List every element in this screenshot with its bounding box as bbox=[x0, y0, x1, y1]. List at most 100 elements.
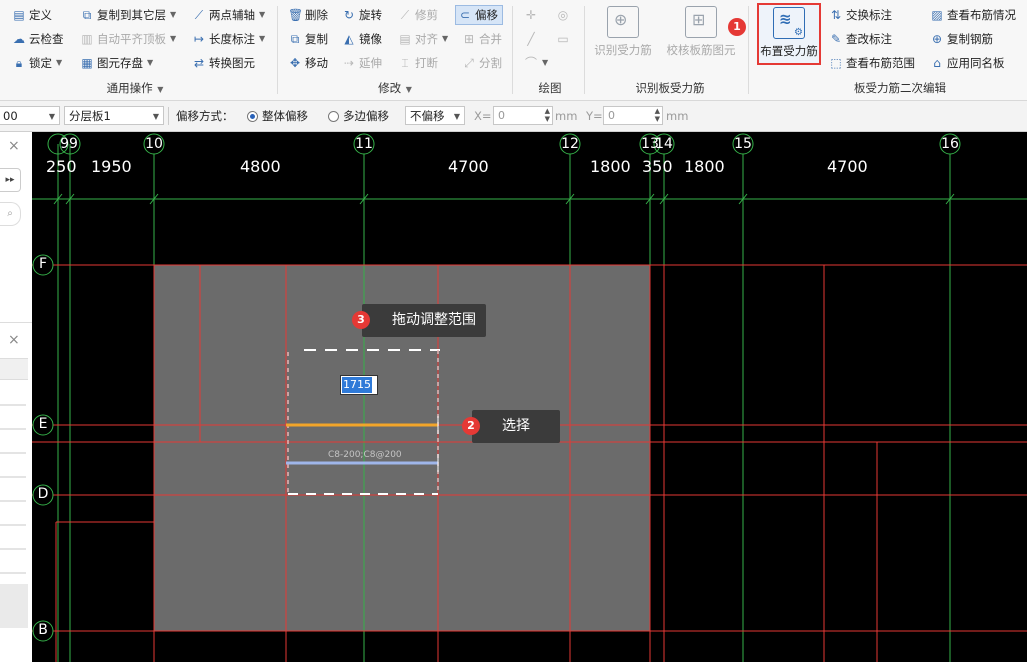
chevron-down-icon: ▼ bbox=[542, 58, 549, 67]
copy-button[interactable]: ⧉ 复制 bbox=[288, 29, 328, 49]
y-label: Y= bbox=[586, 109, 603, 123]
mirror-button[interactable]: ◭ 镜像 bbox=[342, 29, 382, 49]
chevron-down-icon: ▼ bbox=[56, 58, 63, 67]
apply-icon: ⌂ bbox=[933, 56, 941, 70]
property-bar: 00 ▼ 分层板1 ▼ 偏移方式： 整体偏移 多边偏移 不偏移 ▼ X= 0 ▲ ▼ mm… bbox=[0, 101, 1027, 132]
identify-rebar-button[interactable]: ⊕ 识别受力筋 bbox=[590, 6, 656, 58]
axis-bubbles-top bbox=[47, 133, 961, 155]
merge-icon: ⊞ bbox=[463, 32, 475, 46]
auto-align-slab-button[interactable]: ▥ 自动平齐顶板 ▼ bbox=[80, 29, 176, 49]
draw-circle-button[interactable]: ◎ bbox=[556, 5, 570, 25]
point-icon: ✛ bbox=[525, 8, 537, 22]
group-label-modify[interactable]: 修改 ▼ bbox=[350, 80, 440, 96]
chevron-down-icon: ▼ bbox=[170, 34, 177, 43]
copy-to-floor-button[interactable]: ⧉ 复制到其它层 ▼ bbox=[80, 5, 176, 25]
group-label-common[interactable]: 通用操作 ▼ bbox=[80, 80, 190, 96]
align-icon: ▤ bbox=[399, 32, 411, 46]
mirror-icon: ◭ bbox=[344, 32, 354, 46]
axis-label-E: E bbox=[38, 416, 48, 432]
x-input[interactable]: 0 ▲ ▼ bbox=[493, 106, 553, 125]
view-range-button[interactable]: ⬚ 查看布筋范围 bbox=[829, 53, 915, 73]
ribbon-toolbar: ▤ 定义 ⧉ 复制到其它层 ▼ ⟋ 两点辅轴 ▼ ☁ 云检查 ▥ 自动平齐顶板 ▼ ↦ 长度标注 ▼… bbox=[0, 0, 1027, 101]
split-button[interactable]: ⤢ 分割 bbox=[462, 53, 502, 73]
search-icon[interactable]: ⌕ bbox=[0, 202, 21, 226]
dimension-text: 1950 bbox=[91, 157, 132, 176]
group-label-secondary: 板受力筋二次编辑 bbox=[854, 81, 946, 95]
dimension-icon: ↦ bbox=[193, 32, 205, 46]
edit-label-icon: ✎ bbox=[830, 32, 842, 46]
group-divider bbox=[584, 6, 585, 94]
place-rebar-icon: ≋ ⚙ bbox=[773, 7, 805, 39]
close-icon[interactable]: × bbox=[8, 332, 20, 348]
chevron-down-icon: ▼ bbox=[259, 34, 266, 43]
chevron-down-icon: ▼ bbox=[147, 58, 154, 67]
chevron-down-icon: ▼ bbox=[259, 10, 266, 19]
offset-type-select[interactable]: 不偏移 ▼ bbox=[405, 106, 465, 125]
save-icon: ▦ bbox=[81, 56, 93, 70]
extend-icon: ⇢ bbox=[343, 56, 355, 70]
length-input[interactable]: 1715 bbox=[340, 375, 378, 395]
group-label-draw: 绘图 bbox=[538, 81, 562, 95]
merge-button[interactable]: ⊞ 合并 bbox=[462, 29, 502, 49]
check-change-label-button[interactable]: ✎ 查改标注 bbox=[829, 29, 892, 49]
dimension-text: 4700 bbox=[827, 157, 868, 176]
rectangle-icon: ▭ bbox=[557, 32, 569, 46]
multi-edge-offset-radio[interactable]: 多边偏移 bbox=[328, 106, 389, 126]
y-input[interactable]: 0 ▲ ▼ bbox=[603, 106, 663, 125]
two-point-axis-button[interactable]: ⟋ 两点辅轴 ▼ bbox=[192, 5, 265, 25]
length-dim-button[interactable]: ↦ 长度标注 ▼ bbox=[192, 29, 265, 49]
layer-select[interactable]: 分层板1 ▼ bbox=[64, 106, 164, 125]
trim-button[interactable]: ⟋ 修剪 bbox=[398, 5, 438, 25]
move-button[interactable]: ✥ 移动 bbox=[288, 53, 328, 73]
draw-point-button[interactable]: ✛ bbox=[524, 5, 538, 25]
chevron-down-icon: ▼ bbox=[157, 85, 164, 94]
copy-rebar-button[interactable]: ⊕ 复制钢筋 bbox=[930, 29, 993, 49]
rotate-button[interactable]: ↻ 旋转 bbox=[342, 5, 382, 25]
check-rebar-icon: ⊞ bbox=[685, 6, 717, 38]
group-divider bbox=[748, 6, 749, 94]
axis-label-B: B bbox=[38, 622, 48, 638]
apply-same-slab-button[interactable]: ⌂ 应用同名板 bbox=[930, 53, 1004, 73]
delete-button[interactable]: 🗑︎ 删除 bbox=[288, 5, 328, 25]
radio-empty-icon bbox=[328, 111, 339, 122]
break-button[interactable]: ⌶ 打断 bbox=[398, 53, 438, 73]
dimension-text: 1800 bbox=[684, 157, 725, 176]
draw-arc-button[interactable]: ⌒ ▼ bbox=[524, 53, 548, 73]
property-list bbox=[0, 382, 26, 582]
axis-label-10: 10 bbox=[145, 136, 163, 152]
convert-element-button[interactable]: ⇄ 转换图元 bbox=[192, 53, 255, 73]
chevron-down-icon: ▼ bbox=[152, 112, 159, 121]
axis-icon: ⟋ bbox=[194, 8, 204, 22]
offset-button[interactable]: ⊂ 偏移 bbox=[455, 5, 503, 25]
align-button[interactable]: ▤ 对齐 ▼ bbox=[398, 29, 448, 49]
draw-rect-button[interactable]: ▭ bbox=[556, 29, 570, 49]
floor-select[interactable]: 00 ▼ bbox=[0, 106, 60, 125]
define-button[interactable]: ▤ 定义 bbox=[12, 5, 52, 25]
extend-button[interactable]: ⇢ 延伸 bbox=[342, 53, 382, 73]
chevron-down-icon: ▼ bbox=[442, 34, 449, 43]
divider bbox=[168, 107, 169, 125]
cloud-check-button[interactable]: ☁ 云检查 bbox=[12, 29, 64, 49]
divider bbox=[0, 322, 32, 323]
element-save-button[interactable]: ▦ 图元存盘 ▼ bbox=[80, 53, 153, 73]
dimension-text: 1800 bbox=[590, 157, 631, 176]
rebar-label: C8-200;C8@200 bbox=[328, 450, 402, 460]
swap-label-button[interactable]: ⇅ 交换标注 bbox=[829, 5, 892, 25]
more-icon[interactable]: ▸▸ bbox=[0, 168, 21, 192]
chevron-down-icon: ▼ bbox=[405, 85, 412, 94]
draw-line-button[interactable]: ╱ bbox=[524, 29, 538, 49]
radio-selected-icon bbox=[247, 111, 258, 122]
close-icon[interactable]: × bbox=[8, 138, 20, 154]
move-icon: ✥ bbox=[289, 56, 301, 70]
tooltip-select: 2 选择 bbox=[462, 410, 560, 443]
drawing-canvas[interactable]: 99 10 11 12 13 14 15 16 250 1950 4800 47… bbox=[32, 132, 1027, 662]
offset-mode-label: 偏移方式： bbox=[176, 109, 234, 123]
place-rebar-button[interactable]: ≋ ⚙ 布置受力筋 bbox=[757, 7, 821, 59]
whole-offset-radio[interactable]: 整体偏移 bbox=[247, 106, 308, 126]
chevron-down-icon: ▼ bbox=[453, 112, 460, 121]
lock-button[interactable]: 🔒︎ 锁定 ▼ bbox=[12, 53, 62, 73]
view-status-button[interactable]: ▨ 查看布筋情况 bbox=[930, 5, 1016, 25]
copy-icon: ⧉ bbox=[290, 32, 300, 46]
axis-label-14: 14 bbox=[655, 136, 673, 152]
panel-header bbox=[0, 358, 28, 380]
